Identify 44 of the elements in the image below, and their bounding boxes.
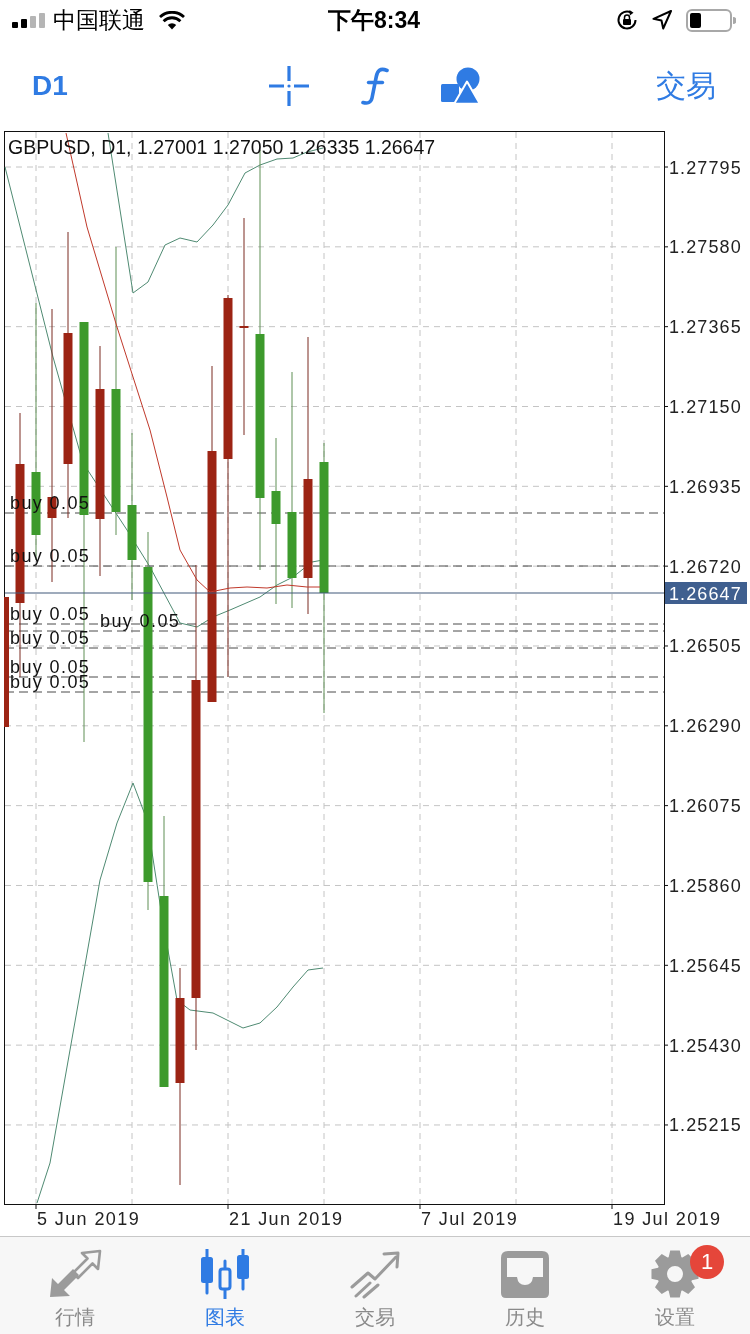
rotation-lock-icon (616, 9, 638, 31)
location-arrow-icon (652, 10, 672, 30)
settings-icon (650, 1249, 700, 1299)
price-axis-label: 1.26720 (669, 556, 742, 577)
carrier-name: 中国联通 (53, 6, 145, 34)
signal-icon (12, 12, 46, 28)
price-axis-label: 1.25430 (669, 1035, 742, 1056)
price-axis-label: 1.27365 (669, 317, 742, 338)
tab-bar-item[interactable]: 行情 (0, 1237, 150, 1334)
tab-bar-item[interactable]: 设置 1 (600, 1237, 750, 1334)
battery-icon (686, 8, 736, 32)
current-price-tag: 1.26647 (665, 582, 747, 604)
inbox-tray-icon (499, 1249, 551, 1299)
crosshair-icon[interactable] (269, 65, 309, 106)
price-axis-label: 1.26935 (669, 476, 742, 497)
trade-button[interactable]: 交易 (656, 68, 716, 103)
date-axis-label: 5 Jun 2019 (37, 1209, 141, 1229)
price-axis-label: 1.27150 (669, 397, 742, 417)
price-axis-label: 1.25860 (669, 875, 742, 896)
price-axis-label: 1.26075 (669, 796, 742, 817)
notification-badge: 1 (690, 1245, 724, 1279)
price-axis-label: 1.27580 (669, 237, 742, 258)
price-axis-label: 1.26505 (669, 636, 742, 657)
chart-title: GBPUSD, D1, 1.27001 1.27050 1.26335 1.26647 (8, 136, 436, 158)
two-way-arrow-icon (48, 1249, 102, 1299)
wifi-icon (159, 10, 185, 30)
price-axis-label: 1.26290 (669, 716, 742, 737)
price-axis-label: 1.25645 (669, 955, 742, 976)
tab-bar-item[interactable]: 历史 (450, 1237, 600, 1334)
shapes-icon[interactable] (441, 66, 481, 105)
price-axis-label: 1.25215 (669, 1115, 742, 1136)
tab-bar-item[interactable]: 图表 (150, 1237, 300, 1334)
function-icon[interactable] (361, 66, 389, 105)
date-axis-label: 7 Jul 2019 (421, 1209, 519, 1229)
candlestick-icon (198, 1249, 252, 1299)
order-label: buy 0.05 (10, 604, 91, 624)
date-axis-label: 21 Jun 2019 (229, 1209, 344, 1229)
price-axis-label: 1.27795 (669, 157, 742, 178)
tab-bar-item[interactable]: 交易 (300, 1237, 450, 1334)
order-label: buy 0.05 (10, 628, 91, 648)
rising-arrow-icon (348, 1249, 402, 1299)
timeframe-button[interactable]: D1 (32, 69, 68, 102)
clock-time: 下午8:34 (327, 6, 420, 34)
date-axis-label: 19 Jul 2019 (613, 1209, 722, 1229)
